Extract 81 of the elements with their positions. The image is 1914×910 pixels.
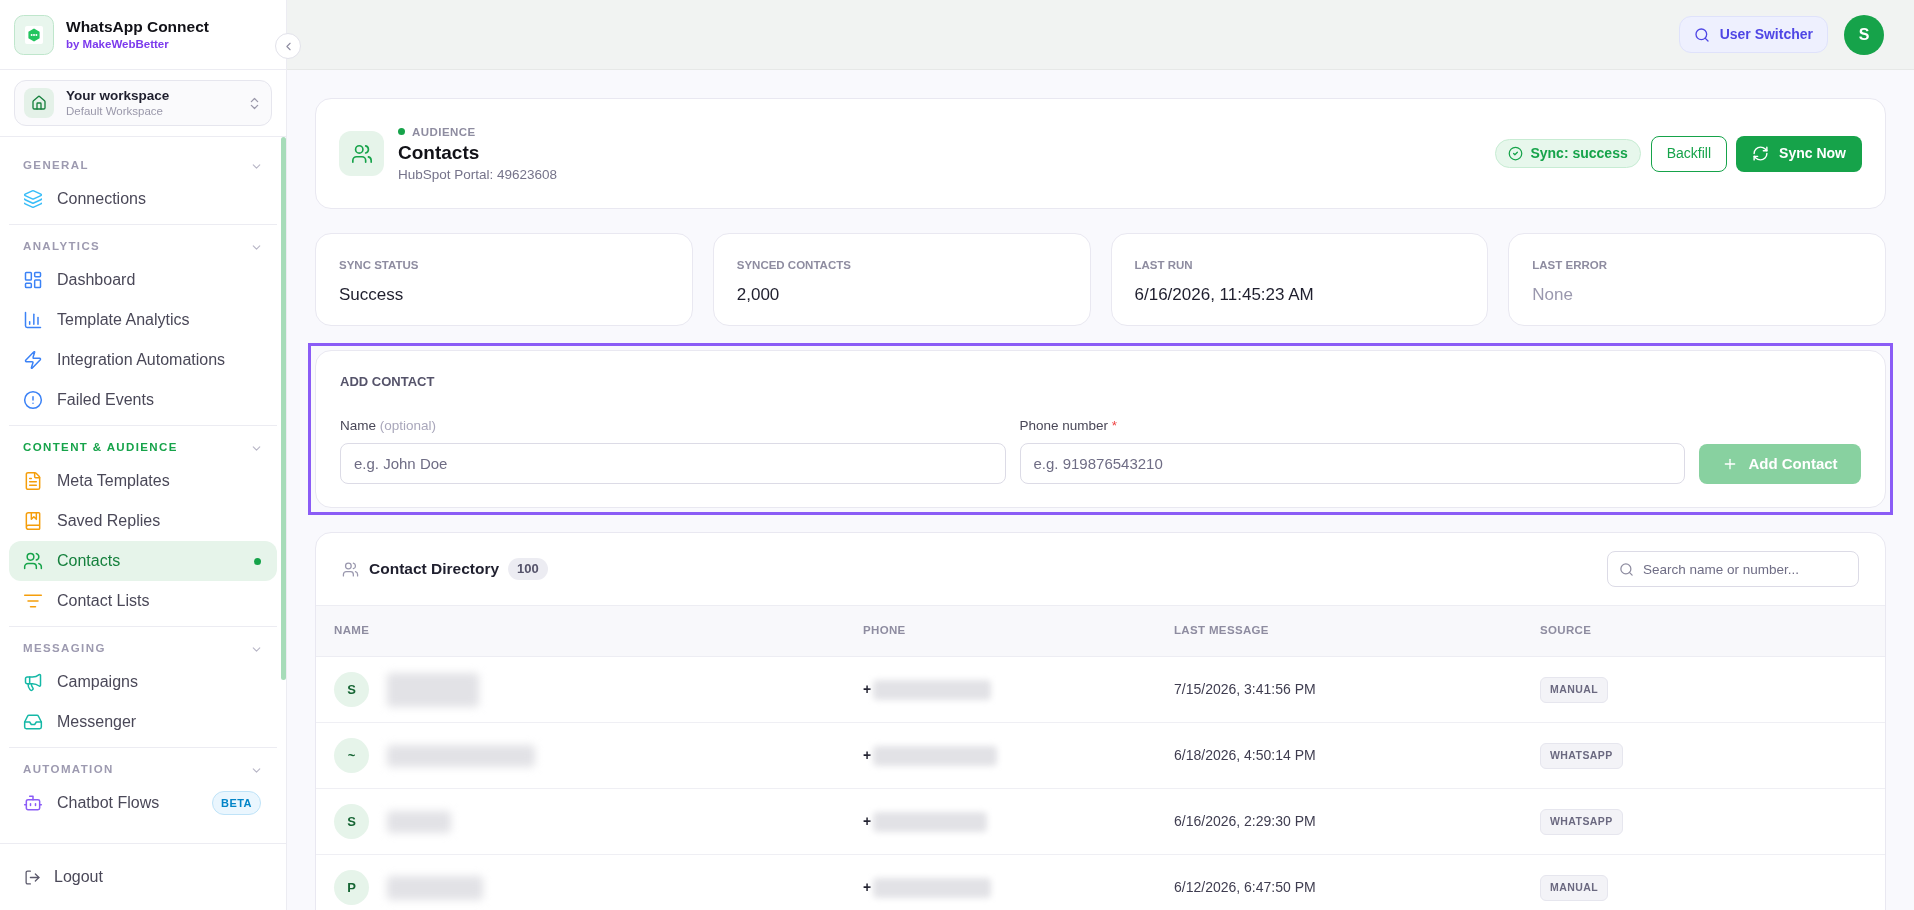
users-icon [23, 551, 43, 571]
directory-title: Contact Directory [369, 559, 500, 580]
user-switcher-button[interactable]: User Switcher [1678, 16, 1828, 53]
layers-icon [23, 189, 43, 209]
search-icon [1619, 561, 1634, 577]
document-icon [23, 471, 43, 491]
name-input[interactable]: e.g. John Doe [340, 443, 1006, 484]
nav-item[interactable]: Chatbot Flows BETA [9, 783, 277, 823]
sync-status-label: Sync: success [1530, 144, 1628, 163]
dashboard-icon [23, 270, 43, 290]
section-title: ADD CONTACT [340, 374, 436, 390]
nav-item[interactable]: Saved Replies [9, 501, 277, 541]
phone-input[interactable]: e.g. 919876543210 [1019, 443, 1685, 484]
contact-avatar: S [334, 672, 369, 707]
nav-item[interactable]: Meta Templates [9, 461, 277, 501]
app-title: WhatsApp Connect [66, 17, 209, 37]
field-label: Phone number * [1019, 417, 1119, 434]
logout-icon [24, 868, 41, 886]
nav-item[interactable]: Contacts [9, 541, 277, 581]
column-heading: NAME [334, 623, 371, 639]
source-badge: WHATSAPP [1540, 742, 1623, 769]
table-cell-text: 6/18/2026, 4:50:14 PM [1174, 746, 1317, 765]
table-cell-text: 6/12/2026, 6:47:50 PM [1174, 878, 1317, 897]
scrollbar-thumb[interactable] [281, 137, 286, 680]
search-icon [1693, 26, 1710, 43]
nav-item[interactable]: Dashboard [9, 260, 277, 300]
app-byline: by MakeWebBetter [66, 37, 170, 52]
inbox-icon [23, 712, 43, 732]
column-heading: LAST MESSAGE [1174, 623, 1270, 639]
source-badge: WHATSAPP [1540, 808, 1623, 835]
page-title: Contacts [398, 140, 481, 165]
column-heading: PHONE [863, 623, 907, 639]
source-badge: MANUAL [1540, 874, 1608, 901]
users-icon [339, 131, 384, 176]
logo-icon [14, 14, 54, 55]
stat-label: SYNCED CONTACTS [736, 258, 852, 272]
table-cell-text: 6/16/2026, 2:29:30 PM [1174, 812, 1317, 831]
lightning-icon [23, 350, 43, 370]
field-label: Name (optional) [340, 417, 438, 434]
bar-chart-icon [23, 310, 43, 330]
page-subtitle: HubSpot Portal: 49623608 [398, 165, 558, 184]
nav-item[interactable]: Failed Events [9, 380, 277, 420]
nav-item[interactable]: Integration Automations [9, 340, 277, 380]
workspace-switcher[interactable]: Your workspace Default Workspace [14, 80, 272, 126]
page-eyebrow: AUDIENCE [412, 124, 476, 140]
filter-lines-icon [23, 591, 43, 611]
nav-item[interactable]: Contact Lists [9, 581, 277, 621]
stat-value: 6/16/2026, 11:45:23 AM [1134, 284, 1315, 306]
stat-label: LAST RUN [1134, 258, 1194, 272]
nav-item[interactable]: Campaigns [9, 662, 277, 702]
contact-avatar: ~ [334, 738, 369, 773]
phone-prefix: + [863, 746, 872, 765]
bookmark-icon [23, 511, 43, 531]
refresh-icon [1752, 145, 1770, 162]
redacted-name [387, 810, 451, 833]
logout-button[interactable]: Logout [24, 865, 103, 889]
contact-avatar: P [334, 870, 369, 905]
column-heading: SOURCE [1540, 623, 1593, 639]
stat-label: LAST ERROR [1532, 258, 1608, 272]
phone-prefix: + [863, 878, 872, 897]
alert-icon [23, 390, 43, 410]
stat-value: None [1532, 284, 1574, 306]
table-cell-text: 7/15/2026, 3:41:56 PM [1174, 680, 1317, 699]
stat-value: Success [339, 284, 405, 306]
nav-item[interactable]: Messenger [9, 702, 277, 742]
phone-prefix: + [863, 680, 872, 699]
house-icon [24, 88, 54, 118]
robot-icon [23, 793, 43, 813]
stat-value: 2,000 [736, 284, 781, 306]
check-circle-icon [1508, 146, 1524, 161]
megaphone-icon [23, 672, 43, 692]
nav-item[interactable]: Template Analytics [9, 300, 277, 340]
count-badge: 100 [508, 558, 548, 580]
nav-item[interactable]: Connections [9, 179, 277, 219]
stat-label: SYNC STATUS [339, 258, 420, 272]
contact-avatar: S [334, 804, 369, 839]
source-badge: MANUAL [1540, 676, 1608, 703]
beta-badge: BETA [212, 790, 261, 816]
search-field[interactable]: Search name or number... [1607, 551, 1859, 587]
users-icon [342, 560, 359, 578]
phone-prefix: + [863, 812, 872, 831]
